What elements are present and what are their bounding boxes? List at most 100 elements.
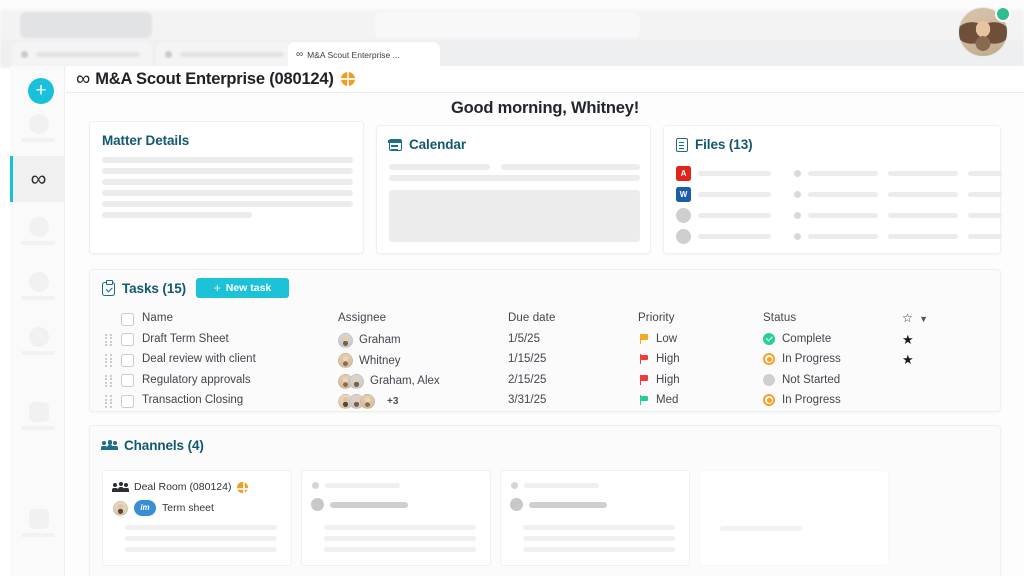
row-checkbox[interactable] — [121, 353, 134, 367]
placeholder-icon — [29, 402, 49, 422]
task-assignee: Graham — [338, 332, 401, 348]
skeleton-line — [102, 190, 353, 196]
skeleton-line — [968, 192, 1002, 197]
avatar — [338, 353, 353, 368]
user-avatar-wrapper[interactable] — [958, 6, 1011, 59]
file-row[interactable]: A — [676, 166, 1002, 181]
skeleton-line — [102, 179, 353, 185]
task-priority: High — [638, 374, 680, 386]
task-status-label: In Progress — [782, 353, 841, 365]
drag-handle[interactable] — [105, 333, 114, 347]
calendar-body-placeholder[interactable] — [389, 190, 640, 242]
browser-tab-active[interactable]: ∞ M&A Scout Enterprise ... — [288, 42, 440, 67]
file-row[interactable] — [676, 229, 1002, 244]
skeleton-line — [330, 502, 408, 508]
task-assignee: Whitney — [338, 353, 401, 368]
channel-card[interactable] — [699, 470, 889, 566]
sidebar-item-ghost-6[interactable] — [10, 503, 65, 549]
skeleton-avatar — [311, 498, 324, 511]
skeleton-line — [698, 171, 771, 176]
task-due-date: 1/15/25 — [508, 353, 547, 365]
new-task-button[interactable]: + New task — [196, 278, 289, 298]
browser-tab-2[interactable] — [156, 42, 296, 66]
matter-details-title: Matter Details — [102, 133, 190, 148]
sidebar-item-ghost-1[interactable] — [10, 108, 65, 154]
sidebar-item-ghost-5[interactable] — [10, 396, 65, 442]
skeleton-line — [698, 192, 771, 197]
skeleton-line — [389, 164, 490, 170]
sidebar-item-matters[interactable]: ∞ — [10, 156, 65, 202]
task-due-date: 3/31/25 — [508, 394, 547, 406]
chevron-down-icon[interactable]: ▼ — [919, 314, 928, 324]
select-all-checkbox[interactable] — [121, 312, 134, 326]
app-window: ∞ M&A Scout Enterprise ... + ∞ ∞ M&A Sco… — [0, 0, 1024, 576]
tasks-title-row: Tasks (15) — [102, 279, 186, 296]
sidebar-item-ghost-4[interactable] — [10, 321, 65, 367]
table-row[interactable]: Regulatory approvals Graham, Alex 2/15/2… — [90, 372, 1002, 393]
browser-tab-active-label: M&A Scout Enterprise ... — [307, 49, 400, 60]
task-name: Regulatory approvals — [142, 373, 251, 386]
drag-handle[interactable] — [105, 354, 114, 367]
star-outline-icon[interactable]: ☆ ▼ — [902, 311, 928, 325]
globe-icon — [237, 481, 249, 493]
skeleton-line — [698, 213, 771, 218]
skeleton-line — [523, 536, 675, 541]
secondary-bar-placeholder[interactable] — [375, 12, 640, 38]
skeleton-line — [524, 483, 599, 488]
skeleton-line — [808, 171, 878, 176]
channel-message-row: im Term sheet — [113, 500, 214, 516]
task-status: In Progress — [763, 353, 841, 365]
skeleton-dot — [794, 212, 801, 219]
star-filled-icon[interactable]: ★ — [902, 352, 914, 368]
sidebar-item-ghost-2[interactable] — [10, 211, 65, 257]
channel-card[interactable] — [301, 470, 491, 566]
column-header-assignee: Assignee — [338, 312, 387, 324]
add-button[interactable]: + — [28, 78, 54, 104]
task-assignee-overflow[interactable]: +3 — [387, 396, 398, 407]
people-icon — [112, 481, 129, 493]
row-checkbox[interactable] — [121, 374, 134, 387]
task-priority-label: High — [656, 353, 680, 365]
sidebar-item-ghost-3[interactable] — [10, 266, 65, 312]
row-checkbox[interactable] — [121, 333, 134, 346]
column-header-name: Name — [142, 312, 174, 324]
drag-handle[interactable] — [105, 395, 114, 408]
calendar-card: Calendar — [376, 125, 651, 254]
task-priority-label: Med — [656, 394, 679, 406]
skeleton-dot — [794, 233, 801, 240]
skeleton-line — [698, 234, 771, 239]
channels-title: Channels (4) — [124, 438, 204, 453]
table-row[interactable]: Transaction Closing +3 3/31/25 Med In Pr… — [90, 392, 1002, 413]
skeleton-line — [888, 171, 958, 176]
calendar-title-row: Calendar — [388, 137, 466, 152]
skeleton-line — [888, 234, 958, 239]
skeleton-line — [324, 536, 476, 541]
clipboard-check-icon — [102, 279, 115, 296]
skeleton-line — [720, 526, 802, 531]
table-row[interactable]: Draft Term Sheet Graham 1/5/25 Low Compl… — [90, 331, 1002, 352]
column-header-due-date: Due date — [508, 312, 556, 324]
placeholder-icon — [29, 327, 49, 347]
task-status: Complete — [763, 332, 831, 345]
people-icon — [101, 440, 118, 451]
file-row[interactable]: W — [676, 187, 1002, 202]
address-bar-placeholder[interactable] — [20, 12, 152, 38]
placeholder-icon — [29, 509, 49, 529]
drag-handle[interactable] — [105, 374, 114, 388]
channel-card[interactable]: Deal Room (080124) im Term sheet — [102, 470, 292, 566]
task-assignee-label: Whitney — [359, 354, 401, 367]
channel-card[interactable] — [500, 470, 690, 566]
infinity-icon: ∞ — [296, 49, 303, 60]
task-due-date: 1/5/25 — [508, 332, 540, 345]
table-row[interactable]: Deal review with client Whitney 1/15/25 … — [90, 351, 1002, 372]
flag-icon — [638, 374, 649, 385]
channel-name-row: Deal Room (080124) — [112, 481, 249, 493]
browser-tab-1[interactable] — [12, 42, 152, 66]
avatar — [338, 332, 353, 348]
files-title-row: Files (13) — [676, 137, 753, 152]
star-filled-icon[interactable]: ★ — [902, 332, 914, 348]
row-checkbox[interactable] — [121, 394, 134, 408]
file-row[interactable] — [676, 208, 1002, 223]
tab-strip — [0, 40, 1024, 68]
task-name: Transaction Closing — [142, 394, 244, 406]
